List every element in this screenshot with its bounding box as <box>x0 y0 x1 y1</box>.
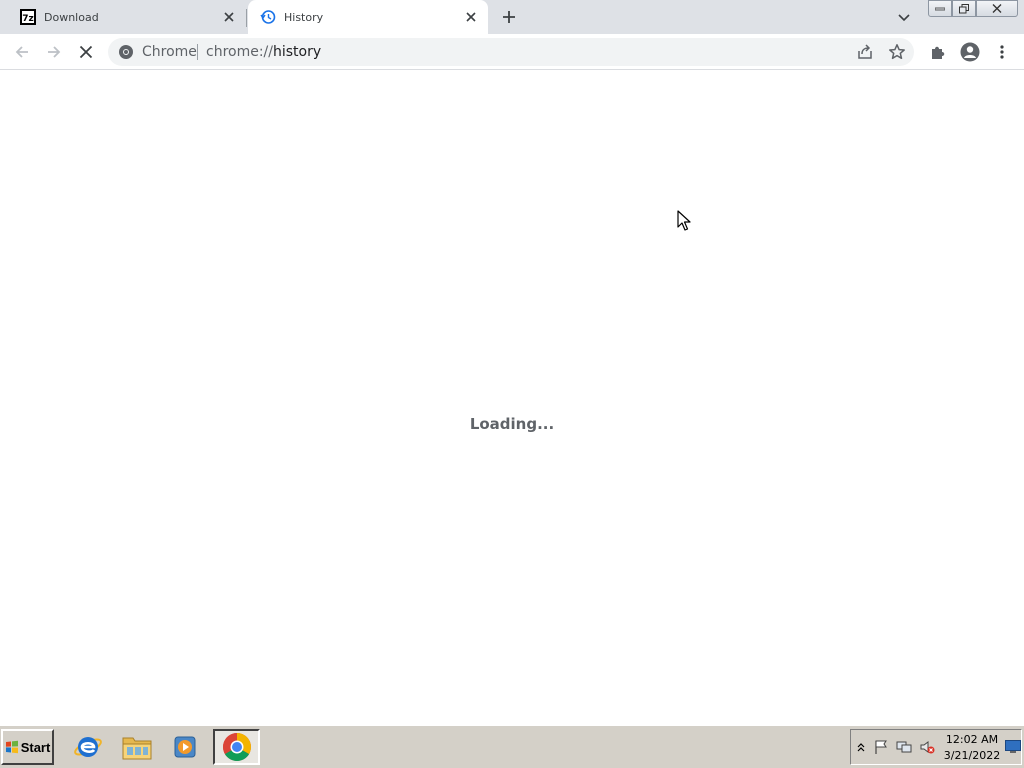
bookmark-star-icon[interactable] <box>888 43 906 61</box>
forward-arrow-icon <box>48 46 61 58</box>
url-scheme: chrome:// <box>206 44 273 60</box>
close-window-button[interactable] <box>976 0 1018 17</box>
mouse-cursor-icon <box>677 210 691 231</box>
action-center-flag-icon[interactable] <box>873 739 889 755</box>
show-desktop-icon[interactable] <box>1005 740 1021 754</box>
omnibox-divider <box>197 44 198 60</box>
start-label: Start <box>20 739 51 755</box>
tab-search-button[interactable] <box>894 8 914 28</box>
svg-text:7z: 7z <box>22 14 34 24</box>
restore-icon <box>959 3 969 13</box>
folder-icon <box>122 737 152 760</box>
menu-button[interactable] <box>990 40 1014 64</box>
clock-date[interactable]: 3/21/2022 <box>943 749 1001 762</box>
volume-muted-icon[interactable] <box>919 739 935 755</box>
page-content: Loading... <box>0 71 1024 725</box>
tab-title: History <box>284 10 324 24</box>
tab-divider <box>246 9 247 27</box>
profile-button[interactable] <box>958 40 982 64</box>
forward-button[interactable] <box>42 40 66 64</box>
address-bar[interactable]: Chrome chrome://history <box>108 38 914 66</box>
tab-title: Download <box>44 10 99 24</box>
taskbar-internet-explorer[interactable] <box>66 729 110 765</box>
new-tab-button[interactable] <box>498 6 520 28</box>
extensions-button[interactable] <box>926 40 950 64</box>
back-button[interactable] <box>10 40 34 64</box>
taskbar-chrome[interactable] <box>213 729 260 765</box>
windows-logo-icon <box>5 740 18 754</box>
kebab-menu-icon <box>1000 45 1004 59</box>
browser-toolbar: Chrome chrome://history <box>0 34 1024 70</box>
taskbar: Start 12:02 AM 3/21/2022 <box>0 725 1024 768</box>
back-arrow-icon <box>15 46 28 58</box>
stop-icon <box>79 45 93 59</box>
taskbar-media-player[interactable] <box>163 729 207 765</box>
history-icon <box>260 9 276 25</box>
loading-text: Loading... <box>469 415 555 433</box>
close-icon <box>992 4 1002 13</box>
network-icon[interactable] <box>896 739 912 755</box>
site-chip-label: Chrome <box>142 44 197 60</box>
chevron-down-icon <box>898 14 910 22</box>
url-host: history <box>273 44 322 60</box>
system-tray: 12:02 AM 3/21/2022 <box>850 729 1022 765</box>
chrome-icon <box>118 44 134 60</box>
stop-loading-button[interactable] <box>74 40 98 64</box>
url-text: chrome://history <box>206 38 321 66</box>
share-icon[interactable] <box>856 43 874 61</box>
media-player-icon <box>174 736 196 758</box>
taskbar-file-explorer[interactable] <box>115 729 159 765</box>
close-tab-icon[interactable] <box>220 8 238 26</box>
start-button[interactable]: Start <box>1 729 54 765</box>
clock-time[interactable]: 12:02 AM <box>943 733 1001 746</box>
puzzle-icon <box>932 46 945 59</box>
chrome-icon <box>222 733 251 761</box>
internet-explorer-icon <box>74 737 102 757</box>
tab-download[interactable]: 7z Download <box>8 0 246 34</box>
restore-button[interactable] <box>952 0 976 17</box>
minimize-button[interactable] <box>928 0 952 17</box>
tab-history[interactable]: History <box>248 0 488 34</box>
show-hidden-icons-icon[interactable] <box>853 739 869 755</box>
account-icon <box>960 42 980 62</box>
tab-strip: 7z Download History <box>0 0 1024 34</box>
minimize-icon <box>935 7 945 10</box>
plus-icon <box>503 11 515 23</box>
7zip-icon: 7z <box>20 9 36 25</box>
close-tab-icon[interactable] <box>462 8 480 26</box>
